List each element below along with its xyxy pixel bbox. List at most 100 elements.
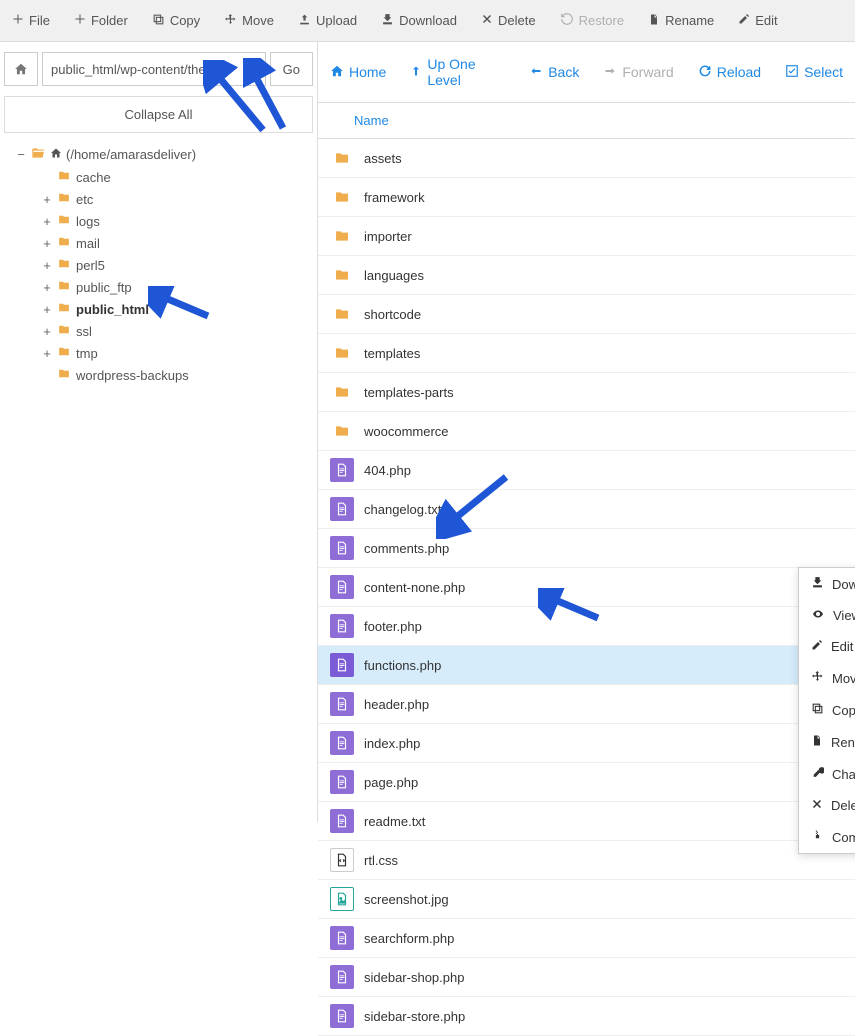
- nav-label: Home: [349, 64, 386, 80]
- tree-item-public-ftp[interactable]: +public_ftp: [42, 276, 317, 298]
- context-compress[interactable]: Compress: [799, 821, 855, 853]
- tree-item-etc[interactable]: + etc: [42, 188, 317, 210]
- file-name: templates: [364, 346, 420, 361]
- tree-item-ssl[interactable]: +ssl: [42, 320, 317, 342]
- file-row[interactable]: framework: [318, 178, 855, 217]
- column-header-name[interactable]: Name: [318, 103, 855, 139]
- tree-item-wordpress-backups[interactable]: wordpress-backups: [42, 364, 317, 386]
- file-row[interactable]: sidebar-shop.php: [318, 958, 855, 997]
- move-button[interactable]: Move: [212, 4, 286, 37]
- file-row[interactable]: languages: [318, 256, 855, 295]
- tree-item-public-html[interactable]: +public_html: [42, 298, 317, 320]
- context-rename[interactable]: Rename: [799, 726, 855, 758]
- folder-button[interactable]: Folder: [62, 4, 140, 37]
- file-icon: [330, 692, 354, 716]
- file-row[interactable]: importer: [318, 217, 855, 256]
- file-row[interactable]: changelog.txt: [318, 490, 855, 529]
- file-name: importer: [364, 229, 412, 244]
- rename-button[interactable]: Rename: [636, 4, 726, 37]
- nav-select[interactable]: Select: [785, 56, 843, 88]
- file-row[interactable]: shortcode: [318, 295, 855, 334]
- expand-icon: +: [42, 346, 52, 361]
- copy-icon: [811, 702, 824, 718]
- file-row[interactable]: index.php: [318, 724, 855, 763]
- file-row[interactable]: templates-parts: [318, 373, 855, 412]
- file-row[interactable]: screenshot.jpg: [318, 880, 855, 919]
- download-icon: [381, 13, 394, 29]
- file-button[interactable]: File: [0, 4, 62, 37]
- file-name: screenshot.jpg: [364, 892, 449, 907]
- file-row[interactable]: searchform.php: [318, 919, 855, 958]
- context-move[interactable]: Move: [799, 662, 855, 694]
- file-name: searchform.php: [364, 931, 454, 946]
- file-name: assets: [364, 151, 402, 166]
- tree-label: cache: [76, 170, 111, 185]
- nav-home[interactable]: Home: [330, 56, 386, 88]
- file-name: woocommerce: [364, 424, 449, 439]
- file-row[interactable]: footer.php: [318, 607, 855, 646]
- file-row[interactable]: content-none.php: [318, 568, 855, 607]
- file-icon: [330, 458, 354, 482]
- nav-up[interactable]: Up One Level: [410, 56, 505, 88]
- file-row[interactable]: page.php: [318, 763, 855, 802]
- tree-label: mail: [76, 236, 100, 251]
- file-name: comments.php: [364, 541, 449, 556]
- nav-reload[interactable]: Reload: [698, 56, 761, 88]
- folder-icon: [56, 191, 72, 207]
- file-row[interactable]: templates: [318, 334, 855, 373]
- nav-label: Back: [548, 64, 579, 80]
- move-icon: [224, 13, 237, 29]
- file-row[interactable]: assets: [318, 139, 855, 178]
- folder-icon: [56, 235, 72, 251]
- context-download[interactable]: Download: [799, 568, 855, 600]
- tree-label: ssl: [76, 324, 92, 339]
- tree-item-perl5[interactable]: +perl5: [42, 254, 317, 276]
- nav-forward: Forward: [603, 56, 673, 88]
- file-row[interactable]: sidebar-store.php: [318, 997, 855, 1036]
- tree-item-mail[interactable]: +mail: [42, 232, 317, 254]
- path-input[interactable]: [42, 52, 266, 86]
- upload-icon: [298, 13, 311, 29]
- tree-label: public_html: [76, 302, 149, 317]
- delete-button[interactable]: Delete: [469, 4, 548, 37]
- context-change-permissions[interactable]: Change Permissions: [799, 758, 855, 790]
- download-button[interactable]: Download: [369, 4, 469, 37]
- context-label: Edit: [831, 639, 853, 654]
- folder-icon: [330, 302, 354, 326]
- edit-button[interactable]: Edit: [726, 4, 789, 37]
- tree-root[interactable]: − (/home/amarasdeliver): [16, 143, 317, 166]
- tree-label: etc: [76, 192, 93, 207]
- file-name: 404.php: [364, 463, 411, 478]
- file-row[interactable]: rtl.css: [318, 841, 855, 880]
- file-row[interactable]: 404.php: [318, 451, 855, 490]
- file-row[interactable]: woocommerce: [318, 412, 855, 451]
- tree-item-logs[interactable]: + logs: [42, 210, 317, 232]
- context-view[interactable]: View: [799, 600, 855, 631]
- edit-icon: [811, 639, 823, 654]
- tree-label: tmp: [76, 346, 98, 361]
- folder-open-icon: [30, 146, 46, 163]
- copy-button[interactable]: Copy: [140, 4, 212, 37]
- rename-icon: [648, 13, 660, 29]
- go-button[interactable]: Go: [270, 52, 313, 86]
- collapse-all-button[interactable]: Collapse All: [4, 96, 313, 133]
- tree-item-cache[interactable]: cache: [42, 166, 317, 188]
- expand-icon: +: [42, 192, 52, 207]
- file-name: sidebar-shop.php: [364, 970, 464, 985]
- upload-button[interactable]: Upload: [286, 4, 369, 37]
- file-row[interactable]: comments.php: [318, 529, 855, 568]
- context-delete[interactable]: Delete: [799, 790, 855, 821]
- tree-item-tmp[interactable]: + tmp: [42, 342, 317, 364]
- context-copy[interactable]: Copy: [799, 694, 855, 726]
- file-name: page.php: [364, 775, 418, 790]
- nav-back[interactable]: Back: [529, 56, 579, 88]
- file-row[interactable]: functions.php: [318, 646, 855, 685]
- file-row[interactable]: readme.txt: [318, 802, 855, 841]
- file-row[interactable]: header.php: [318, 685, 855, 724]
- context-edit[interactable]: Edit: [799, 631, 855, 662]
- folder-icon: [330, 341, 354, 365]
- expand-icon: +: [42, 214, 52, 229]
- file-name: sidebar-store.php: [364, 1009, 465, 1024]
- tree-label: logs: [76, 214, 100, 229]
- home-icon-button[interactable]: [4, 52, 38, 86]
